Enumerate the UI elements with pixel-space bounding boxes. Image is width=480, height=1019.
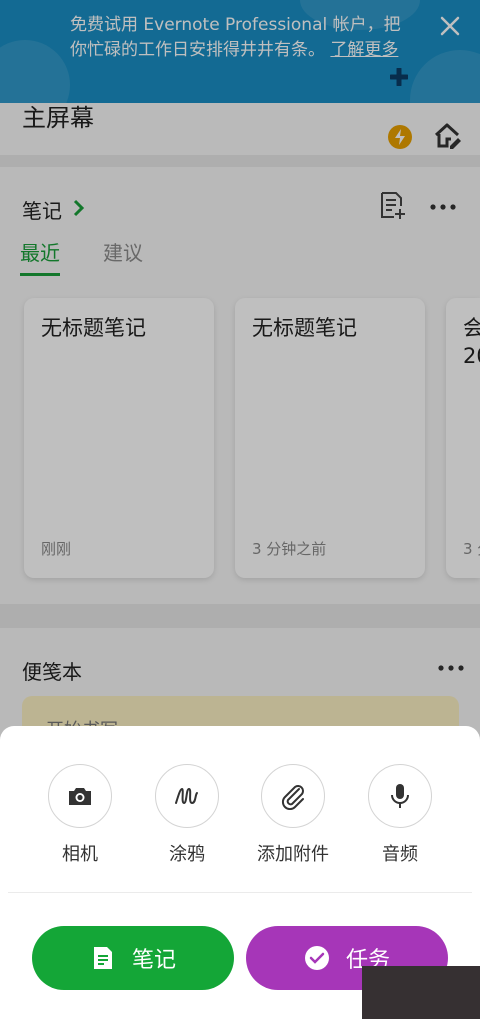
scribble-button[interactable]	[155, 764, 219, 828]
microphone-icon	[391, 784, 409, 808]
attachment-label: 添加附件	[257, 844, 329, 865]
attachment-action[interactable]: 添加附件	[238, 764, 348, 866]
note-icon	[93, 947, 112, 969]
scribble-icon	[175, 787, 198, 805]
audio-label: 音频	[382, 844, 418, 865]
audio-button[interactable]	[368, 764, 432, 828]
corner-overlay	[362, 966, 480, 1019]
camera-button[interactable]	[48, 764, 112, 828]
camera-action[interactable]: 相机	[25, 764, 135, 866]
sheet-divider	[8, 892, 472, 893]
camera-icon	[69, 788, 91, 805]
new-note-label: 笔记	[131, 948, 176, 973]
scribble-label: 涂鸦	[169, 844, 205, 865]
audio-action[interactable]: 音频	[345, 764, 455, 866]
new-note-button[interactable]: 笔记	[32, 926, 234, 990]
check-circle-icon	[304, 946, 329, 970]
camera-label: 相机	[62, 844, 98, 865]
attachment-button[interactable]	[261, 764, 325, 828]
scribble-action[interactable]: 涂鸦	[132, 764, 242, 866]
paperclip-icon	[281, 785, 304, 810]
